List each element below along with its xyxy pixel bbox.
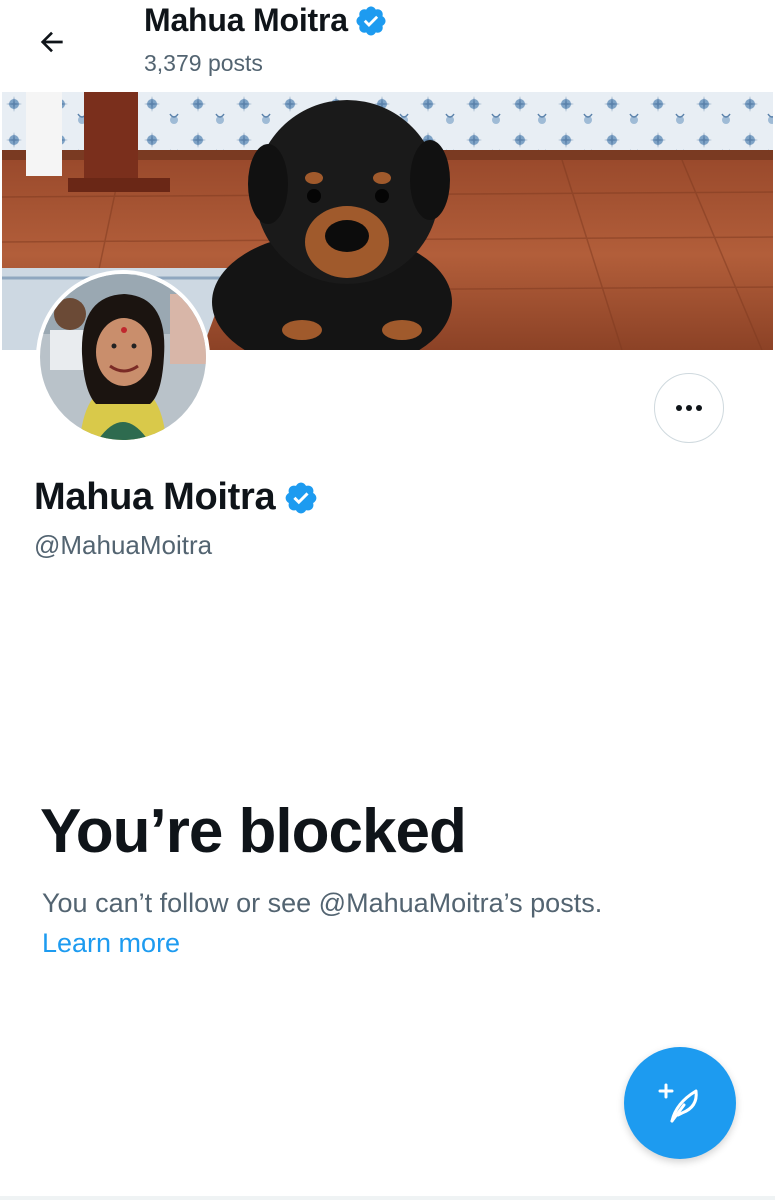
bottom-divider [0, 1196, 775, 1200]
arrow-left-icon [40, 31, 63, 53]
verified-badge-icon [356, 5, 386, 36]
post-count: 3,379 posts [144, 50, 263, 76]
header-title: Mahua Moitra [144, 2, 388, 39]
back-button[interactable] [30, 20, 74, 64]
avatar-image [40, 274, 206, 440]
profile-handle: @MahuaMoitra [34, 530, 213, 560]
compose-feather-icon [658, 1083, 698, 1123]
top-header: Mahua Moitra 3,379 posts [0, 0, 775, 92]
learn-more-link[interactable]: Learn more [42, 928, 180, 959]
more-options-button[interactable] [654, 373, 724, 443]
header-name-text: Mahua Moitra [144, 2, 348, 38]
compose-post-button[interactable] [624, 1047, 736, 1159]
blocked-title: You’re blocked [40, 797, 467, 866]
profile-avatar[interactable] [36, 270, 210, 444]
verified-badge-icon [285, 482, 317, 513]
profile-name-text: Mahua Moitra [34, 476, 276, 518]
more-horizontal-icon [676, 405, 702, 411]
blocked-description: You can’t follow or see @MahuaMoitra’s p… [42, 888, 603, 918]
profile-display-name: Mahua Moitra [34, 476, 319, 519]
